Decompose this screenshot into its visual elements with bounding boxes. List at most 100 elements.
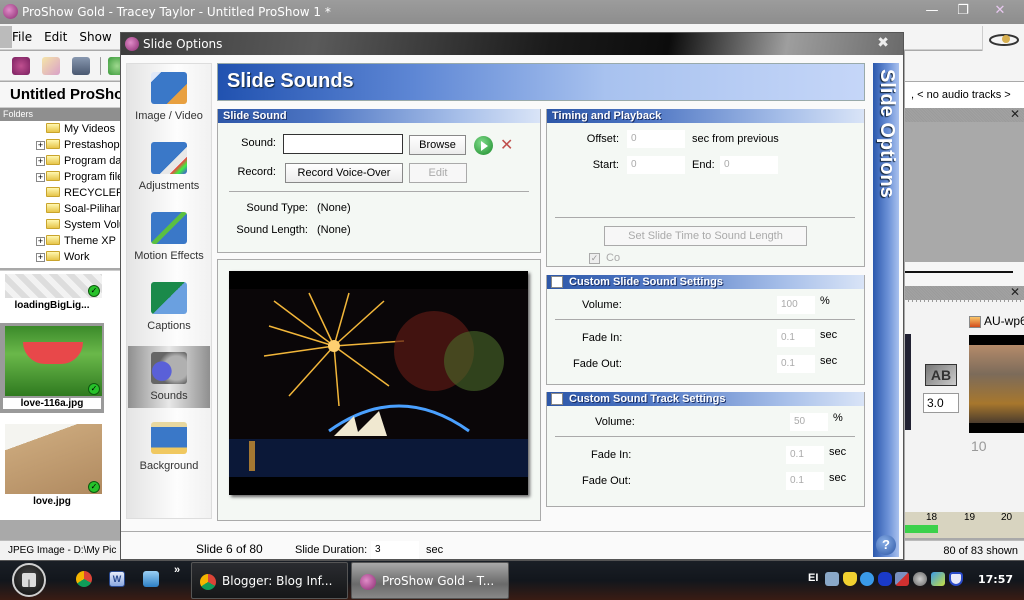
- expand-icon[interactable]: +: [36, 141, 45, 150]
- sound-type-label: Sound Type:: [246, 202, 308, 214]
- task-label: Blogger: Blog Inf...: [222, 574, 333, 588]
- restore-button[interactable]: ❐: [953, 2, 973, 20]
- notepad-quicklaunch-icon[interactable]: [143, 571, 159, 587]
- nav-motion-effects[interactable]: Motion Effects: [128, 206, 210, 268]
- antivirus-shield-icon[interactable]: [949, 572, 963, 586]
- task-proshow[interactable]: ProShow Gold - T...: [351, 562, 509, 599]
- sound-file-input[interactable]: [283, 134, 403, 154]
- record-voice-over-button[interactable]: Record Voice-Over: [285, 163, 403, 183]
- image-video-icon: [151, 72, 187, 104]
- dialog-footer: Slide 6 of 80 Slide Duration: 3 sec: [121, 531, 871, 561]
- folder-item[interactable]: RECYCLER: [36, 185, 120, 201]
- folder-item[interactable]: + Prestashop: [36, 137, 120, 153]
- fade-out-label: Fade Out:: [582, 475, 631, 487]
- slide-sound-group: Slide Sound Sound: Browse ✕ Record: Reco…: [217, 109, 541, 253]
- taskbar: W » Blogger: Blog Inf... ProShow Gold - …: [0, 560, 1024, 600]
- dialog-close-button[interactable]: ✖: [877, 33, 889, 53]
- folder-item[interactable]: + Program data: [36, 153, 120, 169]
- expand-icon[interactable]: +: [36, 253, 45, 262]
- nav-sounds[interactable]: Sounds: [128, 346, 210, 408]
- folder-tree: My Videos + Prestashop + Program data + Progra…: [0, 121, 120, 268]
- file-item[interactable]: ✓ love-116a.jpg: [0, 323, 104, 413]
- slide-fade-in-input[interactable]: 0.1: [777, 329, 815, 347]
- webcam-icon[interactable]: [913, 572, 927, 586]
- status-file-info: JPEG Image - D:\My Pic: [0, 540, 120, 560]
- folder-item[interactable]: + Work: [36, 249, 89, 265]
- network-icon[interactable]: [825, 572, 839, 586]
- menu-edit[interactable]: Edit: [38, 24, 73, 50]
- slide-thumb-partial[interactable]: [905, 334, 911, 430]
- edit-sound-button[interactable]: Edit: [409, 163, 467, 183]
- file-name: loadingBigLig...: [14, 300, 90, 311]
- start-input[interactable]: 0: [627, 156, 685, 174]
- folder-item[interactable]: System Volume: [36, 217, 120, 233]
- file-item[interactable]: ✓ love.jpg: [0, 421, 104, 511]
- network-disconnected-icon[interactable]: [895, 572, 909, 586]
- quicklaunch-more-button[interactable]: »: [174, 564, 180, 576]
- close-pane-icon[interactable]: ✕: [1010, 107, 1020, 121]
- menu-show[interactable]: Show: [73, 24, 117, 50]
- bluetooth-icon[interactable]: [878, 572, 892, 586]
- security-shield-icon[interactable]: [843, 572, 857, 586]
- expand-icon[interactable]: +: [36, 173, 45, 182]
- nav-background[interactable]: Background: [128, 416, 210, 478]
- check-icon: ✓: [88, 481, 100, 493]
- nav-image-video[interactable]: Image / Video: [128, 66, 210, 128]
- track-fade-out-input[interactable]: 0.1: [786, 472, 824, 490]
- update-icon[interactable]: [860, 572, 874, 586]
- folders-header: Folders: [0, 108, 120, 121]
- slide-fade-out-input[interactable]: 0.1: [777, 355, 815, 373]
- folder-item[interactable]: + Program files: [36, 169, 120, 185]
- language-indicator[interactable]: EI: [808, 572, 818, 584]
- custom-slide-sound-checkbox[interactable]: [551, 276, 563, 288]
- play-sound-button[interactable]: [474, 136, 493, 155]
- track-fade-in-input[interactable]: 0.1: [786, 446, 824, 464]
- browse-button[interactable]: Browse: [409, 135, 466, 155]
- task-blogger[interactable]: Blogger: Blog Inf...: [191, 562, 348, 599]
- file-item[interactable]: ✓ loadingBigLig...: [0, 271, 104, 315]
- new-show-icon[interactable]: [12, 57, 30, 75]
- custom-sound-track-checkbox[interactable]: [551, 393, 563, 405]
- folder-item[interactable]: Soal-Pilihan: [36, 201, 120, 217]
- folder-item[interactable]: + Theme XP: [36, 233, 116, 249]
- folder-item[interactable]: My Videos: [36, 121, 115, 137]
- save-show-icon[interactable]: [72, 57, 90, 75]
- slide-volume-input[interactable]: 100: [777, 296, 815, 314]
- close-button[interactable]: ✕: [990, 2, 1010, 20]
- fade-in-label: Fade In:: [582, 332, 623, 344]
- close-pane-icon[interactable]: ✕: [1010, 285, 1020, 299]
- minimize-button[interactable]: —: [922, 2, 942, 20]
- expand-icon[interactable]: +: [36, 157, 45, 166]
- clock[interactable]: 17:57: [978, 569, 1013, 591]
- slide-thumbnail[interactable]: [969, 335, 1024, 433]
- transition-duration[interactable]: 3.0: [923, 393, 959, 413]
- end-input[interactable]: 0: [720, 156, 778, 174]
- co-checkbox[interactable]: ✓: [589, 253, 600, 264]
- expand-icon[interactable]: +: [36, 237, 45, 246]
- folder-icon: [46, 251, 60, 261]
- folder-label: Theme XP: [64, 235, 116, 247]
- timeline-pane-header: ✕: [905, 107, 1024, 122]
- timing-header: Timing and Playback: [547, 109, 864, 123]
- dialog-logo-icon: [125, 37, 139, 51]
- slide-duration-input[interactable]: 3: [371, 541, 419, 559]
- track-volume-input[interactable]: 50: [790, 413, 828, 431]
- word-quicklaunch-icon[interactable]: W: [109, 571, 125, 587]
- chrome-quicklaunch-icon[interactable]: [76, 571, 92, 587]
- fade-in-label: Fade In:: [591, 449, 632, 461]
- start-button[interactable]: [12, 563, 46, 597]
- nav-adjustments[interactable]: Adjustments: [128, 136, 210, 198]
- folder-icon: [46, 171, 60, 181]
- transition-ab-icon[interactable]: AB: [925, 364, 957, 386]
- remove-sound-button[interactable]: ✕: [500, 135, 513, 155]
- help-button[interactable]: ?: [876, 535, 896, 555]
- nav-captions[interactable]: Captions: [128, 276, 210, 338]
- proshow-icon: [360, 574, 376, 590]
- timing-playback-group: Timing and Playback Offset: 0 sec from p…: [546, 109, 865, 267]
- wifi-tool-icon[interactable]: [931, 572, 945, 586]
- preview-eye-button[interactable]: [982, 26, 1024, 51]
- open-show-icon[interactable]: [42, 57, 60, 75]
- offset-input[interactable]: 0: [627, 130, 685, 148]
- set-slide-time-button[interactable]: Set Slide Time to Sound Length: [604, 226, 807, 246]
- section-title: Slide Sounds: [227, 70, 354, 92]
